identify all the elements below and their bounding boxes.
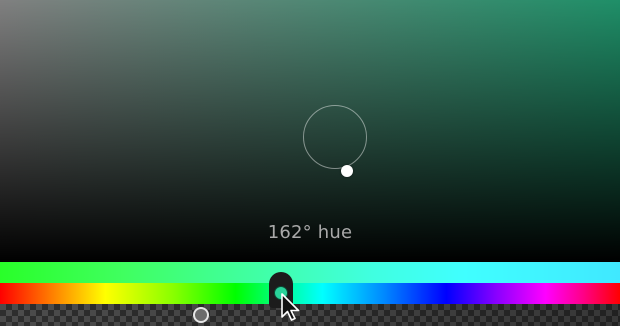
hue-dial-knob[interactable] [341,165,353,177]
alpha-gradient [0,304,620,326]
hue-spectrum-slider[interactable] [0,283,620,304]
hue-preview-bar[interactable] [0,262,620,283]
alpha-slider[interactable] [0,304,620,326]
color-picker: 162° hue [0,0,620,326]
hue-dial-ring[interactable] [303,105,367,169]
hue-readout-label: 162° hue [267,222,353,243]
alpha-slider-handle[interactable] [193,307,209,323]
arrow-cursor-icon [281,293,300,321]
